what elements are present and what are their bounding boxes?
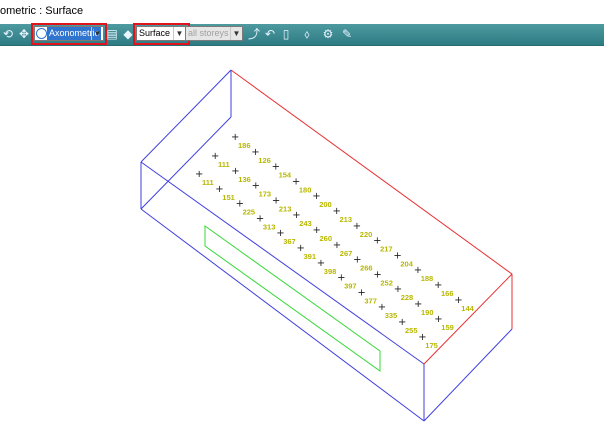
measurement-point: +367 <box>276 228 296 246</box>
measurement-point: +398 <box>317 258 337 276</box>
view-toolbar: ⟲ ✥ Axonometric ▼ ▤ ◆ Surface ▼ all stor… <box>0 23 604 46</box>
measurement-point: +243 <box>292 210 312 228</box>
point-value-label: 190 <box>421 308 434 317</box>
measurement-point: +111 <box>211 151 230 169</box>
measurement-point: +166 <box>434 280 454 298</box>
measurement-point: +151 <box>215 184 235 202</box>
measurement-point: +217 <box>373 236 393 254</box>
settings-icon[interactable]: ✎ <box>340 27 354 41</box>
point-value-label: 200 <box>319 200 332 209</box>
measurement-point: +204 <box>393 250 413 268</box>
point-value-label: 126 <box>258 156 271 165</box>
point-value-label: 213 <box>279 204 292 213</box>
measurement-point: +126 <box>251 147 271 165</box>
point-value-label: 213 <box>340 215 353 224</box>
measurement-point: +267 <box>333 240 353 258</box>
point-value-label: 255 <box>405 326 418 335</box>
measurement-point: +173 <box>252 181 272 199</box>
measurement-point: +213 <box>333 206 353 224</box>
point-value-label: 267 <box>340 249 353 258</box>
view-mode-highlight <box>31 23 107 45</box>
box-edge <box>140 69 232 163</box>
point-value-label: 180 <box>299 185 312 194</box>
room-box <box>140 69 513 422</box>
point-value-label: 217 <box>380 245 393 254</box>
storey-filter-value: all storeys <box>188 28 229 38</box>
display-mode-highlight <box>133 23 190 45</box>
measurement-point: +260 <box>313 225 333 243</box>
point-value-label: 398 <box>324 267 337 276</box>
point-value-label: 175 <box>425 341 438 350</box>
point-value-label: 111 <box>202 178 214 187</box>
point-value-label: 144 <box>461 304 474 313</box>
measurement-point: +252 <box>373 269 393 287</box>
point-value-label: 266 <box>360 264 373 273</box>
point-value-label: 397 <box>344 282 357 291</box>
point-value-label: 225 <box>243 208 256 217</box>
measurement-point: +220 <box>353 221 373 239</box>
measurement-point: +190 <box>414 299 434 317</box>
box-edge <box>140 161 425 365</box>
reset-icon[interactable]: ⬨ <box>300 27 314 41</box>
point-value-label: 377 <box>364 296 377 305</box>
measurement-points: +186+126+154+180+200+213+220+217+204+188… <box>195 132 475 350</box>
point-value-label: 220 <box>360 230 373 239</box>
window-title-bar: ometric : Surface <box>0 0 604 24</box>
storey-filter-select[interactable]: all storeys ▼ <box>185 26 243 41</box>
point-value-label: 136 <box>238 175 251 184</box>
point-value-label: 166 <box>441 289 454 298</box>
measurement-point: +313 <box>256 213 276 231</box>
measurement-point: +225 <box>236 199 256 217</box>
measurement-point: +391 <box>297 243 317 261</box>
measurement-point: +175 <box>418 332 438 350</box>
point-value-label: 367 <box>283 237 296 246</box>
arrow-up-icon[interactable]: ⤴ <box>247 27 261 41</box>
chevron-down-icon: ▼ <box>230 27 242 40</box>
measurement-point: +186 <box>231 132 251 150</box>
window-title: ometric : Surface <box>0 5 84 17</box>
point-value-label: 173 <box>259 190 272 199</box>
measurement-point: +188 <box>414 265 434 283</box>
pan-view-icon[interactable]: ✥ <box>17 27 31 41</box>
measurement-point: +213 <box>272 195 292 213</box>
print-icon[interactable]: ▤ <box>105 27 119 41</box>
measurement-point: +266 <box>353 255 373 273</box>
point-value-label: 154 <box>279 171 292 180</box>
measurement-point: +200 <box>312 191 332 209</box>
measurement-point: +397 <box>337 273 357 291</box>
point-value-label: 111 <box>218 160 230 169</box>
model-viewport[interactable]: +186 +126 +154 +180 +200 +213 +220 +217 +204 +188… <box>0 46 604 436</box>
window-opening <box>204 225 381 372</box>
point-value-label: 391 <box>304 252 317 261</box>
point-value-label: 188 <box>421 274 434 283</box>
measurement-point: +111 <box>195 169 214 187</box>
undo-view-icon[interactable]: ↶ <box>263 27 277 41</box>
measurement-point: +159 <box>434 314 454 332</box>
measurement-point: +228 <box>394 284 414 302</box>
point-value-label: 252 <box>380 278 393 287</box>
measurement-point: +377 <box>357 287 377 305</box>
point-value-label: 159 <box>441 323 454 332</box>
point-value-label: 186 <box>238 141 251 150</box>
render-icon[interactable]: ⚙ <box>321 27 335 41</box>
point-value-label: 335 <box>385 311 398 320</box>
point-value-label: 243 <box>299 219 312 228</box>
measurement-point: +255 <box>398 317 418 335</box>
measurement-point: +136 <box>231 166 251 184</box>
point-value-label: 204 <box>400 259 413 268</box>
measurement-point: +335 <box>378 302 398 320</box>
measurement-point: +144 <box>454 295 474 313</box>
measurement-point: +180 <box>292 176 312 194</box>
axonometric-scene[interactable]: +186+126+154+180+200+213+220+217+204+188… <box>0 46 604 436</box>
point-value-label: 260 <box>320 234 333 243</box>
measurement-point: +154 <box>272 162 292 180</box>
point-value-label: 151 <box>222 193 235 202</box>
rotate-view-icon[interactable]: ⟲ <box>1 27 15 41</box>
point-value-label: 228 <box>401 293 414 302</box>
page-icon[interactable]: ▯ <box>279 27 293 41</box>
point-value-label: 313 <box>263 222 276 231</box>
